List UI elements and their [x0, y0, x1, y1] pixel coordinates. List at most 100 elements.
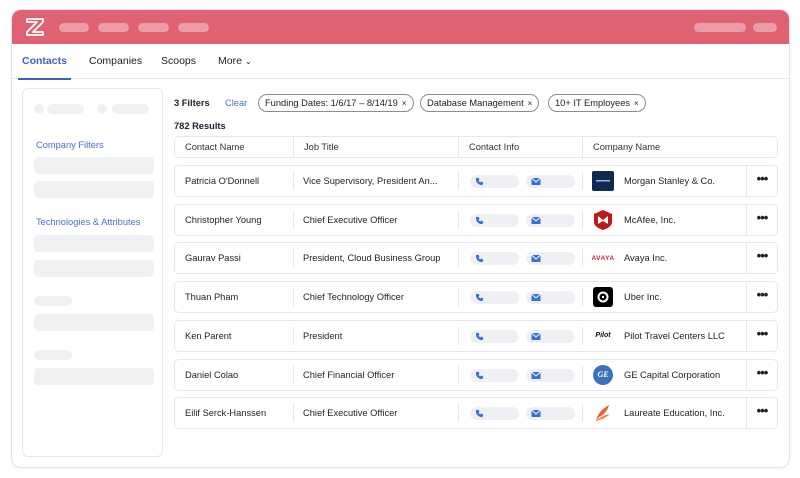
sidebar-placeholder: [34, 260, 154, 277]
contact-name[interactable]: Patricia O'Donnell: [175, 166, 293, 196]
job-title: Chief Executive Officer: [293, 205, 458, 235]
sidebar-placeholder: [34, 296, 72, 306]
phone-button[interactable]: [470, 407, 519, 421]
email-button[interactable]: [526, 368, 575, 382]
job-title: Chief Financial Officer: [293, 360, 458, 390]
filter-chip-it-employees[interactable]: 10+ IT Employees ×: [548, 94, 646, 112]
contact-name[interactable]: Gaurav Passi: [175, 243, 293, 273]
nav-placeholder-right-1[interactable]: [694, 23, 746, 32]
nav-placeholder-right-2[interactable]: [753, 23, 777, 32]
tab-scoops[interactable]: Scoops: [161, 44, 196, 79]
filter-chip-database-management[interactable]: Database Management ×: [420, 94, 540, 112]
filters-sidebar: Company Filters Technologies & Attribute…: [22, 88, 163, 457]
morgan-stanley-logo-icon: [592, 171, 614, 191]
phone-button[interactable]: [470, 252, 519, 266]
close-icon[interactable]: ×: [634, 99, 639, 108]
table-row[interactable]: Thuan Pham Chief Technology Officer Uber I…: [174, 281, 778, 314]
company-name[interactable]: Pilot Travel Centers LLC: [624, 321, 725, 351]
company-name[interactable]: Morgan Stanley & Co.: [624, 166, 715, 196]
phone-button[interactable]: [470, 213, 519, 227]
column-header-company-name[interactable]: Company Name: [582, 137, 660, 157]
sidebar-placeholder: [34, 235, 154, 252]
company-name[interactable]: GE Capital Corporation: [624, 360, 720, 390]
email-icon: [531, 293, 541, 302]
tab-more-label: More: [218, 55, 242, 67]
sidebar-placeholder: [47, 104, 84, 114]
laureate-logo-icon: [592, 403, 614, 423]
company-filters-label[interactable]: Company Filters: [36, 140, 104, 150]
more-options-icon[interactable]: •••: [746, 282, 777, 313]
contact-name[interactable]: Eilif Serck-Hanssen: [175, 398, 293, 428]
phone-icon: [475, 371, 484, 379]
phone-icon: [475, 255, 484, 263]
table-row[interactable]: Gaurav Passi President, Cloud Business Gr…: [174, 242, 778, 275]
phone-button[interactable]: [470, 329, 519, 343]
nav-placeholder-4[interactable]: [178, 23, 209, 32]
table-row[interactable]: Ken Parent President Pilot Pilot Travel Cen…: [174, 319, 778, 352]
close-icon[interactable]: ×: [402, 99, 407, 108]
chevron-down-icon: ⌄: [244, 57, 252, 66]
email-button[interactable]: [526, 175, 575, 188]
pilot-logo-icon: Pilot: [592, 326, 614, 346]
contact-name[interactable]: Daniel Colao: [175, 360, 293, 390]
more-options-icon[interactable]: •••: [746, 320, 777, 351]
more-options-icon[interactable]: •••: [746, 204, 777, 235]
phone-icon: [475, 293, 484, 302]
more-options-icon[interactable]: •••: [746, 398, 777, 429]
email-icon: [531, 177, 541, 185]
email-icon: [531, 371, 541, 379]
table-row[interactable]: Eilif Serck-Hanssen Chief Executive Offic…: [174, 397, 778, 430]
phone-icon: [475, 410, 484, 418]
table-row[interactable]: Christopher Young Chief Executive Officer…: [174, 203, 778, 236]
top-bar: [12, 10, 789, 44]
job-title: Chief Executive Officer: [293, 398, 458, 428]
company-name[interactable]: Laureate Education, Inc.: [624, 398, 725, 428]
filter-chip-label: Database Management: [427, 98, 524, 108]
nav-placeholder-1[interactable]: [59, 23, 89, 32]
email-icon: [531, 216, 541, 224]
sidebar-placeholder-dot: [34, 104, 44, 114]
technologies-attributes-label[interactable]: Technologies & Attributes: [36, 217, 140, 227]
ge-logo-mark: GE: [593, 364, 613, 385]
more-options-icon[interactable]: •••: [746, 243, 777, 274]
phone-button[interactable]: [470, 291, 519, 305]
email-icon: [531, 332, 541, 340]
email-button[interactable]: [526, 329, 575, 343]
contact-name[interactable]: Christopher Young: [175, 205, 293, 235]
nav-placeholder-2[interactable]: [98, 23, 129, 32]
filter-chip-funding-dates[interactable]: Funding Dates: 1/6/17 – 8/14/19 ×: [258, 94, 414, 112]
table-header: Contact Name Job Title Contact Info Comp…: [174, 136, 778, 158]
more-options-icon[interactable]: •••: [746, 359, 777, 390]
table-row[interactable]: Patricia O'Donnell Vice Supervisory, Pres…: [174, 165, 778, 197]
nav-placeholder-3[interactable]: [138, 23, 169, 32]
column-header-job-title[interactable]: Job Title: [293, 137, 339, 157]
tab-companies[interactable]: Companies: [89, 44, 142, 79]
contact-name[interactable]: Ken Parent: [175, 321, 293, 351]
company-name[interactable]: Uber Inc.: [624, 282, 662, 312]
phone-button[interactable]: [470, 368, 519, 382]
contact-name[interactable]: Thuan Pham: [175, 282, 293, 312]
sidebar-placeholder: [34, 350, 72, 360]
sidebar-placeholder: [112, 104, 149, 114]
zoominfo-logo-icon[interactable]: [25, 17, 45, 37]
company-name[interactable]: McAfee, Inc.: [624, 205, 676, 235]
close-icon[interactable]: ×: [528, 99, 533, 108]
job-title: President: [293, 321, 458, 351]
filter-count: 3 Filters: [174, 98, 210, 108]
email-button[interactable]: [526, 252, 575, 266]
table-row[interactable]: Daniel Colao Chief Financial Officer GE GE …: [174, 358, 778, 391]
more-options-icon[interactable]: •••: [746, 166, 777, 196]
filter-chip-label: Funding Dates: 1/6/17 – 8/14/19: [265, 98, 398, 108]
tab-contacts[interactable]: Contacts: [18, 44, 71, 80]
phone-button[interactable]: [470, 175, 519, 188]
clear-filters-link[interactable]: Clear: [225, 98, 247, 108]
tab-bar: Contacts Companies Scoops More ⌄: [12, 44, 789, 80]
column-header-contact-name[interactable]: Contact Name: [175, 137, 244, 157]
column-header-contact-info[interactable]: Contact Info: [458, 137, 519, 157]
email-button[interactable]: [526, 407, 575, 421]
tab-more[interactable]: More ⌄: [218, 44, 252, 79]
email-button[interactable]: [526, 213, 575, 227]
uber-logo-icon: [592, 287, 614, 308]
company-name[interactable]: Avaya Inc.: [624, 243, 667, 273]
email-button[interactable]: [526, 291, 575, 305]
